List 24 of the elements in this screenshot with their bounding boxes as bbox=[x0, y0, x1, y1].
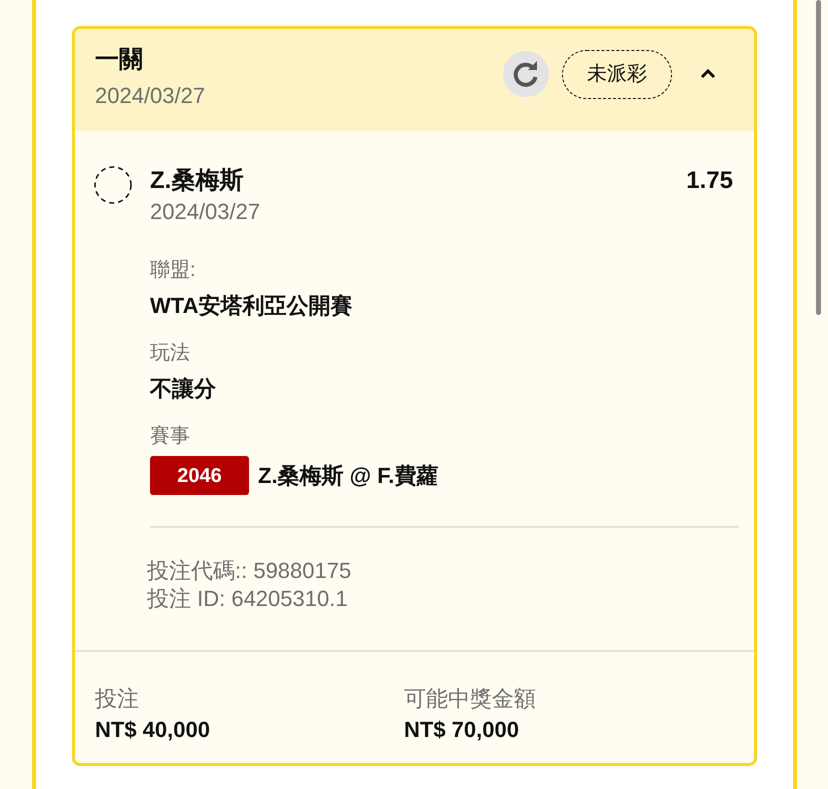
detail-value: WTA安塔利亞公開賽 bbox=[150, 292, 352, 320]
selection-name: Z.桑梅斯 bbox=[150, 166, 244, 196]
total-amount: NT$ 70,000 bbox=[404, 716, 519, 744]
bet-code: 投注代碼:: 59880175 bbox=[147, 557, 352, 585]
detail-value: 不讓分 bbox=[150, 375, 216, 403]
total-label: 可能中獎金額 bbox=[404, 685, 536, 713]
refresh-button[interactable] bbox=[503, 51, 549, 97]
event-matchup: Z.桑梅斯 @ F.費蘿 bbox=[258, 462, 438, 490]
selection-date: 2024/03/27 bbox=[150, 198, 260, 226]
event-code-badge: 2046 bbox=[150, 456, 249, 495]
total-label: 投注 bbox=[95, 685, 139, 713]
detail-label: 玩法 bbox=[150, 341, 190, 366]
bet-id: 投注 ID: 64205310.1 bbox=[147, 585, 348, 613]
status-badge: 未派彩 bbox=[562, 50, 672, 98]
odds-value: 1.75 bbox=[686, 166, 733, 196]
card-date: 2024/03/27 bbox=[95, 82, 206, 110]
total-amount: NT$ 40,000 bbox=[95, 716, 210, 744]
card-title: 一關 bbox=[95, 45, 144, 75]
caret-up-icon[interactable] bbox=[700, 69, 716, 79]
refresh-icon[interactable] bbox=[512, 60, 540, 88]
dashed-circle-icon bbox=[94, 166, 132, 204]
detail-label: 聯盟: bbox=[150, 258, 196, 283]
detail-label: 賽事 bbox=[150, 424, 190, 449]
scrollbar[interactable] bbox=[816, 0, 821, 315]
